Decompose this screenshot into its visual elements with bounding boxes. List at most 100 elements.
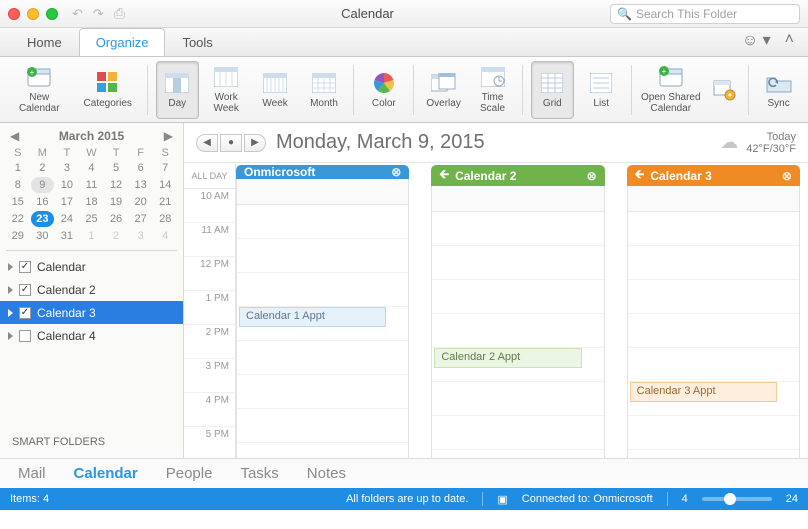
mini-cal-day[interactable]: 16 [31,194,55,210]
work-week-button[interactable]: Work Week [205,61,248,119]
time-slot[interactable] [432,280,603,314]
mini-cal-day[interactable]: 20 [129,194,153,210]
mini-cal-day[interactable]: 25 [80,211,104,227]
calendar-column-header[interactable]: Onmicrosoft ⊗ [236,165,409,179]
mini-cal-day[interactable]: 7 [153,160,177,176]
time-slot[interactable] [432,246,603,280]
calendar-column-header[interactable]: 🡰Calendar 2 ⊗ [431,165,604,186]
time-slot[interactable] [628,416,799,450]
grid-button[interactable]: Grid [531,61,574,119]
allday-slot[interactable] [628,186,799,212]
time-slot[interactable] [237,239,408,273]
print-icon[interactable]: ⎙ [114,5,125,22]
weather[interactable]: ☁ Today 42°F/30°F [720,131,796,155]
smart-folders-label[interactable]: SMART FOLDERS [0,426,183,458]
time-slot[interactable] [237,205,408,239]
mini-cal-day[interactable]: 13 [129,177,153,193]
today-button[interactable]: ● [220,134,242,152]
time-slot[interactable] [432,416,603,450]
time-slot[interactable] [628,348,799,382]
mini-cal-day[interactable]: 2 [104,228,128,244]
tab-tools[interactable]: Tools [165,28,229,56]
nav-notes[interactable]: Notes [307,465,346,482]
zoom-slider[interactable] [702,497,772,501]
mini-cal-day[interactable]: 23 [31,211,55,227]
mini-cal-day[interactable]: 22 [6,211,30,227]
nav-mail[interactable]: Mail [18,465,46,482]
mini-cal-day[interactable]: 27 [129,211,153,227]
nav-calendar[interactable]: Calendar [74,465,138,482]
mini-cal-day[interactable]: 4 [153,228,177,244]
calendar-column-header[interactable]: 🡰Calendar 3 ⊗ [627,165,800,186]
time-slot[interactable] [432,450,603,458]
mini-cal-day[interactable]: 19 [104,194,128,210]
mini-cal-day[interactable]: 28 [153,211,177,227]
mini-cal-day[interactable]: 10 [55,177,79,193]
nav-tasks[interactable]: Tasks [240,465,278,482]
close-icon[interactable]: ⊗ [782,169,792,183]
mini-cal-day[interactable]: 29 [6,228,30,244]
close-icon[interactable]: ⊗ [587,169,597,183]
close-window-button[interactable] [8,8,20,20]
mini-cal-day[interactable]: 18 [80,194,104,210]
open-shared-calendar-button[interactable]: + Open Shared Calendar [640,61,702,119]
next-day-button[interactable]: ▶ [244,134,266,152]
mini-cal-day[interactable]: 5 [104,160,128,176]
mini-cal-day[interactable]: 31 [55,228,79,244]
back-arrow-icon[interactable]: 🡰 [635,165,645,186]
redo-icon[interactable]: ↷ [93,6,104,22]
mini-cal-day[interactable]: 26 [104,211,128,227]
mini-cal-day[interactable]: 2 [31,160,55,176]
search-input[interactable]: 🔍 Search This Folder [610,4,800,24]
overlay-button[interactable]: Overlay [422,61,465,119]
time-slot[interactable] [432,314,603,348]
prev-month-button[interactable]: ◀ [10,129,19,143]
tab-organize[interactable]: Organize [79,28,166,56]
mini-cal-day[interactable]: 12 [104,177,128,193]
mini-cal-day[interactable]: 3 [129,228,153,244]
appointment[interactable]: Calendar 3 Appt [630,382,777,402]
time-slot[interactable] [237,409,408,443]
time-slot[interactable] [237,375,408,409]
nav-people[interactable]: People [166,465,213,482]
list-button[interactable]: List [580,61,623,119]
time-slot[interactable] [628,280,799,314]
new-calendar-button[interactable]: + New Calendar [8,61,70,119]
zoom-window-button[interactable] [46,8,58,20]
mini-cal-day[interactable]: 21 [153,194,177,210]
appointment[interactable]: Calendar 2 Appt [434,348,581,368]
time-slot[interactable] [237,341,408,375]
next-month-button[interactable]: ▶ [164,129,173,143]
time-slot[interactable] [628,314,799,348]
mini-cal-day[interactable]: 1 [80,228,104,244]
calendar-list-item[interactable]: Calendar [0,255,183,278]
allday-slot[interactable] [237,179,408,205]
time-slot[interactable] [237,443,408,458]
appointment[interactable]: Calendar 1 Appt [239,307,386,327]
week-view-button[interactable]: Week [254,61,297,119]
sync-button[interactable]: Sync [757,61,800,119]
minimize-window-button[interactable] [27,8,39,20]
calendar-list-item[interactable]: Calendar 2 [0,278,183,301]
calendar-list-item[interactable]: Calendar 4 [0,324,183,347]
close-icon[interactable]: ⊗ [391,165,401,179]
emoji-icon[interactable]: ☺ ▾ [742,30,771,50]
permissions-button[interactable] [708,61,740,119]
calendar-column-body[interactable]: Calendar 3 Appt [627,186,800,458]
calendar-checkbox[interactable] [19,284,31,296]
calendar-column-body[interactable]: Calendar 2 Appt [431,186,604,458]
mini-cal-day[interactable]: 24 [55,211,79,227]
color-button[interactable]: Color [362,61,405,119]
mini-cal-day[interactable]: 11 [80,177,104,193]
calendar-checkbox[interactable] [19,261,31,273]
prev-day-button[interactable]: ◀ [196,134,218,152]
calendar-checkbox[interactable] [19,307,31,319]
time-slot[interactable] [628,450,799,458]
time-slot[interactable] [432,212,603,246]
month-view-button[interactable]: Month [303,61,346,119]
categories-button[interactable]: Categories [76,61,138,119]
undo-icon[interactable]: ↶ [72,6,83,22]
mini-cal-day[interactable]: 4 [80,160,104,176]
time-slot[interactable] [432,382,603,416]
mini-cal-day[interactable]: 3 [55,160,79,176]
